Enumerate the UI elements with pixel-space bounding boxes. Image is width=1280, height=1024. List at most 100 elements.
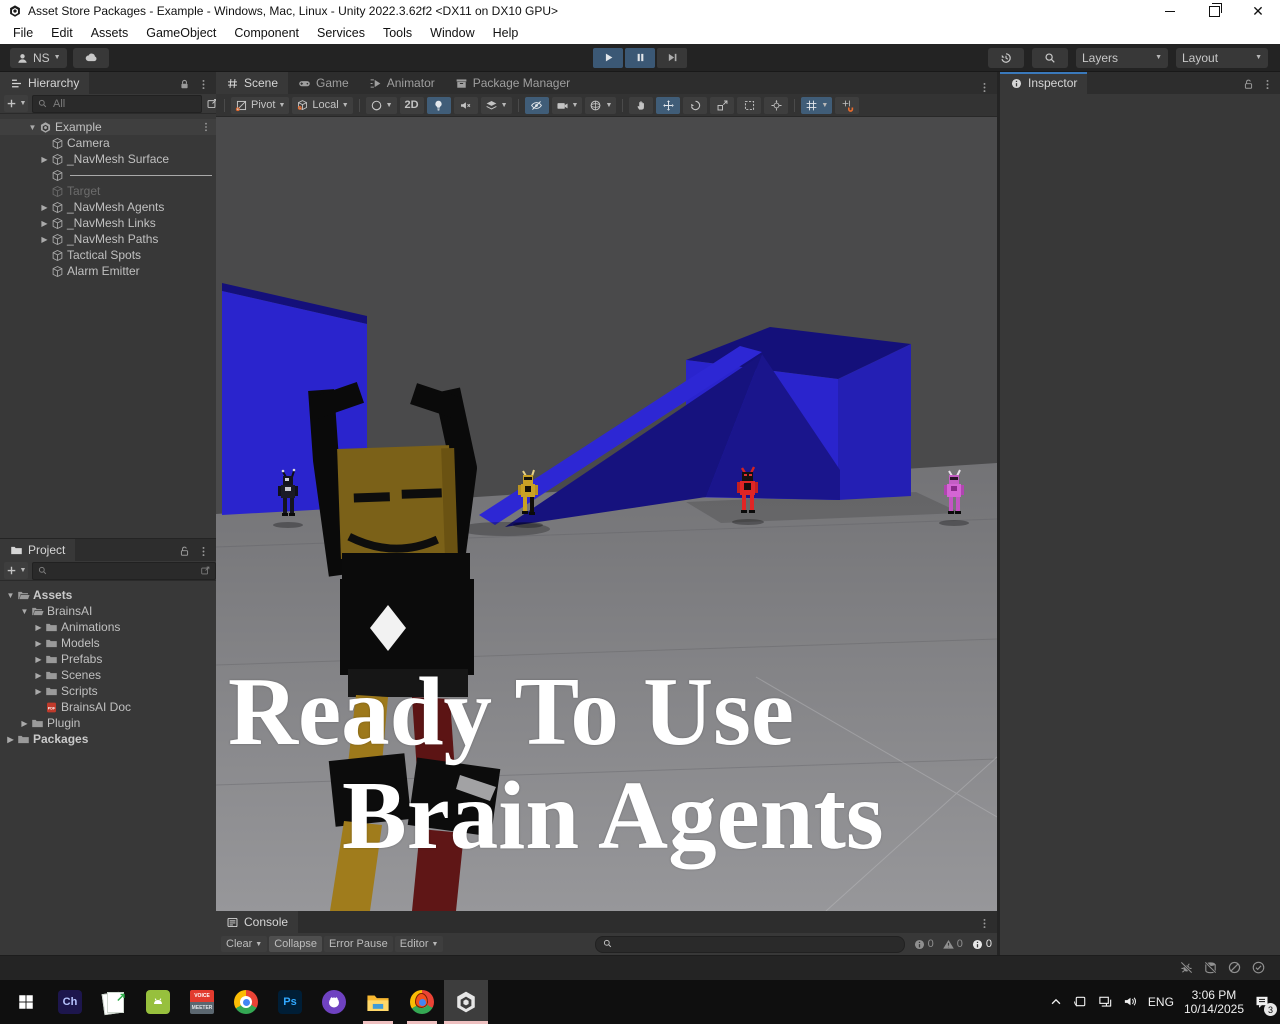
console-error-pause-toggle[interactable]: Error Pause	[324, 936, 393, 952]
debugger-off-icon[interactable]	[1179, 959, 1194, 977]
project-row[interactable]: ▶ Scenes	[0, 667, 216, 683]
hierarchy-row[interactable]: ▶ _NavMesh Surface	[0, 151, 216, 167]
tab-console[interactable]: Console	[216, 911, 299, 933]
taskbar-app-unity[interactable]	[444, 980, 488, 1024]
expander-arrow-icon[interactable]: ▶	[32, 655, 45, 664]
menu-file[interactable]: File	[4, 22, 42, 44]
taskbar-app-github[interactable]	[312, 980, 356, 1024]
hierarchy-search-input[interactable]	[51, 96, 197, 111]
cache-server-off-icon[interactable]	[1203, 959, 1218, 977]
close-button[interactable]: ✕	[1236, 0, 1280, 22]
expander-arrow-icon[interactable]: ▶	[32, 671, 45, 680]
effects-dropdown[interactable]: ▼	[480, 96, 512, 114]
menu-services[interactable]: Services	[308, 22, 374, 44]
kebab-menu-icon[interactable]	[197, 76, 210, 94]
create-asset-button[interactable]: ▼	[4, 562, 28, 579]
grid-visibility-dropdown[interactable]: ▼	[801, 96, 833, 114]
network-icon[interactable]	[1098, 993, 1113, 1011]
menu-assets[interactable]: Assets	[82, 22, 138, 44]
project-row[interactable]: ▼ BrainsAI	[0, 603, 216, 619]
cloud-button[interactable]	[72, 47, 109, 68]
tab-hierarchy[interactable]: Hierarchy	[0, 72, 90, 94]
hierarchy-row[interactable]: Alarm Emitter	[0, 263, 216, 279]
hierarchy-row[interactable]	[0, 167, 216, 183]
language-indicator[interactable]: ENG	[1148, 995, 1174, 1009]
console-clear-button[interactable]: Clear ▼	[221, 936, 268, 952]
project-row[interactable]: ▶ Prefabs	[0, 651, 216, 667]
hierarchy-row[interactable]: Target	[0, 183, 216, 199]
taskbar-app-photoshop[interactable]: Ps	[268, 980, 312, 1024]
project-search[interactable]	[32, 561, 216, 580]
kebab-menu-icon[interactable]	[978, 915, 991, 933]
scene-viewport[interactable]: Ready To Use Brain Agents	[216, 117, 997, 911]
expander-arrow-icon[interactable]: ▶	[38, 235, 51, 244]
hierarchy-search[interactable]	[32, 94, 202, 113]
pivot-mode-dropdown[interactable]: Pivot ▼	[231, 96, 290, 114]
kebab-icon[interactable]	[978, 81, 991, 94]
scale-tool[interactable]	[710, 96, 735, 114]
console-search[interactable]	[594, 935, 905, 953]
search-button[interactable]	[1032, 47, 1068, 68]
project-search-input[interactable]	[51, 563, 197, 578]
undo-history-button[interactable]	[988, 47, 1024, 68]
expander-arrow-icon[interactable]: ▼	[26, 123, 39, 132]
expander-arrow-icon[interactable]: ▶	[32, 623, 45, 632]
kebab-menu-icon[interactable]	[1261, 76, 1274, 94]
project-row[interactable]: ▶ Plugin	[0, 715, 216, 731]
project-row[interactable]: ▶ Models	[0, 635, 216, 651]
project-row[interactable]: ▶ Animations	[0, 619, 216, 635]
kebab-menu-icon[interactable]	[197, 543, 210, 561]
expander-arrow-icon[interactable]: ▼	[4, 591, 17, 600]
taskbar-app-chrome-profile[interactable]	[400, 980, 444, 1024]
project-row[interactable]: ▼ Assets	[0, 587, 216, 603]
menu-edit[interactable]: Edit	[42, 22, 82, 44]
taskbar-app-file-explorer[interactable]	[356, 980, 400, 1024]
expander-arrow-icon[interactable]: ▶	[18, 719, 31, 728]
taskbar-clock[interactable]: 3:06 PM 10/14/2025	[1184, 988, 1244, 1016]
layers-dropdown[interactable]: Layers ▼	[1076, 47, 1168, 68]
expander-arrow-icon[interactable]: ▶	[38, 155, 51, 164]
console-info-count[interactable]: 0	[913, 938, 934, 951]
hierarchy-row[interactable]: Tactical Spots	[0, 247, 216, 263]
taskbar-app-voicemeeter[interactable]: VOICE MEETER	[180, 980, 224, 1024]
pause-button[interactable]	[625, 47, 655, 68]
hierarchy-row[interactable]: ▶ _NavMesh Paths	[0, 231, 216, 247]
layout-dropdown[interactable]: Layout ▼	[1176, 47, 1268, 68]
project-row[interactable]: ▶ Scripts	[0, 683, 216, 699]
restore-button[interactable]	[1192, 0, 1236, 22]
minimize-button[interactable]	[1148, 0, 1192, 22]
tray-chevron-up-icon[interactable]	[1049, 993, 1063, 1011]
hidden-objects-toggle[interactable]	[524, 96, 549, 114]
menu-window[interactable]: Window	[421, 22, 483, 44]
taskbar-app-docs-app[interactable]: ↗	[92, 980, 136, 1024]
move-tool[interactable]	[656, 96, 681, 114]
menu-component[interactable]: Component	[225, 22, 308, 44]
menu-gameobject[interactable]: GameObject	[137, 22, 225, 44]
console-editor-dropdown[interactable]: Editor ▼	[394, 936, 444, 952]
console-collapse-toggle[interactable]: Collapse	[269, 936, 323, 952]
tab-package-manager[interactable]: Package Manager	[444, 72, 581, 94]
console-error-count[interactable]: 0	[971, 938, 992, 951]
project-row[interactable]: ▶ Packages	[0, 731, 216, 747]
expander-arrow-icon[interactable]: ▶	[32, 639, 45, 648]
rect-tool[interactable]	[737, 96, 762, 114]
hierarchy-row[interactable]: ▶ _NavMesh Agents	[0, 199, 216, 215]
menu-help[interactable]: Help	[484, 22, 528, 44]
step-button[interactable]	[657, 47, 687, 68]
kebab-icon[interactable]	[200, 121, 212, 133]
hierarchy-row[interactable]: Camera	[0, 135, 216, 151]
expander-arrow-icon[interactable]: ▼	[18, 607, 31, 616]
audio-toggle[interactable]	[453, 96, 478, 114]
gizmos-dropdown[interactable]: ▼	[585, 96, 617, 114]
tab-scene[interactable]: Scene	[216, 72, 289, 94]
shading-mode-dropdown[interactable]: ▼	[365, 96, 397, 114]
rotate-tool[interactable]	[683, 96, 708, 114]
account-button[interactable]: NS ▼	[10, 47, 67, 68]
notification-center-button[interactable]: 3	[1254, 993, 1277, 1016]
console-warning-count[interactable]: 0	[942, 938, 963, 951]
2d-toggle[interactable]: 2D	[399, 96, 424, 114]
taskbar-app-character-animator[interactable]: Ch	[48, 980, 92, 1024]
hierarchy-row[interactable]: ▶ _NavMesh Links	[0, 215, 216, 231]
create-add-button[interactable]: ▼	[4, 95, 28, 112]
play-button[interactable]	[593, 47, 623, 68]
